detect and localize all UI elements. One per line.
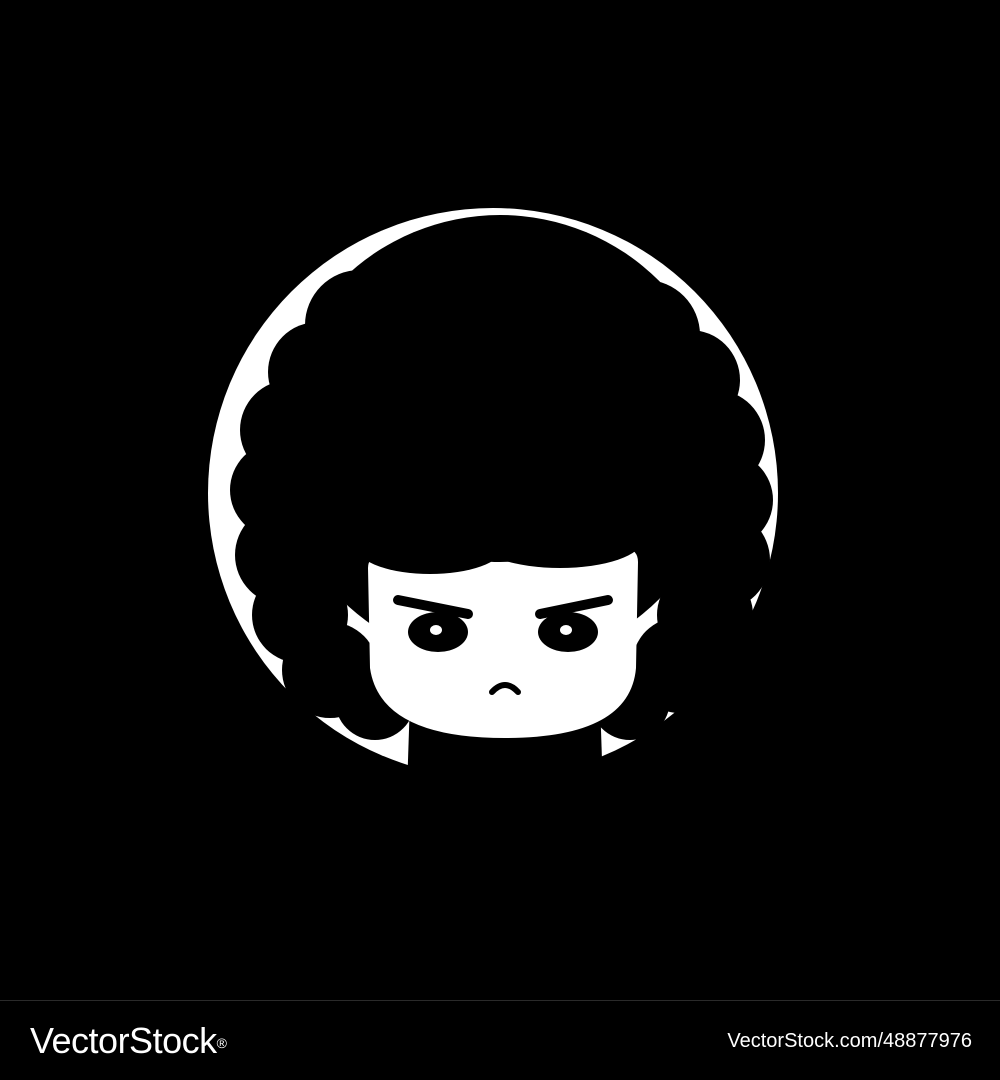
vectorstock-logo: VectorStock® bbox=[30, 1020, 227, 1061]
afro-girl-emblem bbox=[208, 208, 778, 790]
left-eye-highlight bbox=[430, 625, 442, 635]
illustration bbox=[0, 0, 1000, 1000]
face bbox=[368, 548, 638, 738]
right-eye-highlight bbox=[560, 625, 572, 635]
image-id-text: VectorStock.com/48877976 bbox=[727, 1030, 972, 1052]
watermark-footer: VectorStock® VectorStock.com/48877976 bbox=[0, 1000, 1000, 1080]
registered-mark: ® bbox=[216, 1035, 227, 1051]
brand-text: VectorStock bbox=[30, 1020, 217, 1061]
